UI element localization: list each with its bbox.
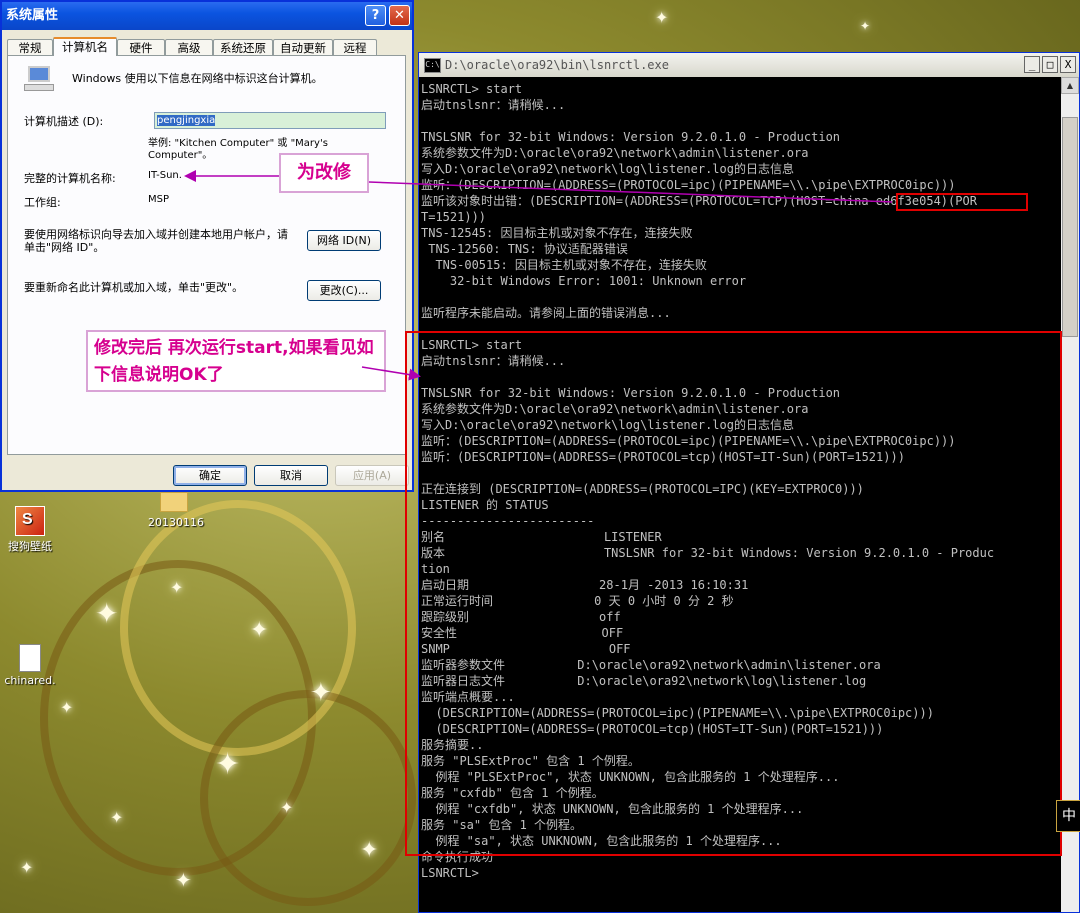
document-icon [19,644,41,672]
decor-sparkle: ✦ [860,19,871,33]
full-computer-name-label: 完整的计算机名称: [24,172,116,185]
maximize-button[interactable]: □ [1042,56,1058,73]
computer-description-label: 计算机描述 (D): [24,115,104,128]
console-line: 系统参数文件为D:\oracle\ora92\network\admin\lis… [421,146,809,160]
console-close-button[interactable]: X [1060,56,1076,73]
console-line: TNS-12545: 因目标主机或对象不存在，连接失败 [421,226,693,240]
desktop-icon-sogou[interactable]: S 搜狗壁纸 [0,506,60,554]
console-line: 写入D:\oracle\ora92\network\log\listener.l… [421,162,794,176]
decor-sparkle: ✦ [60,698,74,717]
decor-sparkle: ✦ [110,808,124,827]
decor-sparkle: ✦ [175,868,192,892]
minimize-button[interactable]: _ [1024,56,1040,73]
console-line: 监听：(DESCRIPTION=(ADDRESS=(PROTOCOL=ipc)(… [421,178,956,192]
close-button[interactable]: ✕ [389,5,410,26]
decor-sparkle: ✦ [250,618,269,643]
tab-hardware[interactable]: 硬件 [117,39,165,55]
tab-auto-update[interactable]: 自动更新 [273,39,333,55]
network-id-button[interactable]: 网络 ID(N) [307,230,381,251]
console-line: TNS-00515: 因目标主机或对象不存在，连接失败 [421,258,707,272]
help-button[interactable]: ? [365,5,386,26]
callout-rerun-note: 修改完后 再次运行start,如果看见如下信息说明OK了 [86,330,386,392]
decor-sparkle: ✦ [360,838,379,863]
highlight-hostname-box [896,193,1028,211]
scrollbar-thumb[interactable] [1062,117,1078,337]
dialog-title: 系统属性 [6,8,59,23]
computer-name-panel: Windows 使用以下信息在网络中标识这台计算机。 计算机描述 (D): pe… [7,55,406,455]
sogou-wallpaper-icon: S [15,506,45,536]
console-line: 启动tnslsnr：请稍候... [421,98,566,112]
decor-sparkle: ✦ [655,8,669,27]
console-line: 32-bit Windows Error: 1001: Unknown erro… [421,274,747,288]
dialog-titlebar[interactable]: 系统属性 ? ✕ [2,2,412,30]
console-line: LSNRCTL> [421,866,479,880]
apply-button[interactable]: 应用(A) [335,465,409,486]
decor-sparkle: ✦ [170,578,184,597]
rename-text: 要重新命名此计算机或加入域，单击"更改"。 [24,281,244,294]
workgroup-label: 工作组: [24,196,61,209]
system-properties-dialog: 系统属性 ? ✕ 常规 计算机名 硬件 高级 系统还原 自动更新 远程 Wind… [0,0,414,492]
ime-indicator[interactable]: 中 [1056,800,1080,832]
console-line: T=1521))) [421,210,487,224]
console-titlebar[interactable]: C:\ D:\oracle\ora92\bin\lsnrctl.exe _ □ … [419,53,1079,77]
callout-rename-note: 为改修 [279,153,369,193]
ok-button[interactable]: 确定 [173,465,247,486]
intro-text: Windows 使用以下信息在网络中标识这台计算机。 [72,72,323,85]
workgroup-value: MSP [148,194,170,205]
desktop-icon-file[interactable]: chinared. [0,644,60,687]
desktop-icon-label: 搜狗壁纸 [8,540,52,553]
decor-sparkle: ✦ [20,858,34,877]
desktop-folder[interactable] [160,492,188,512]
console-title: D:\oracle\ora92\bin\lsnrctl.exe [445,58,669,72]
console-app-icon: C:\ [424,58,441,73]
computer-description-input[interactable]: pengjingxia [154,112,386,129]
tab-system-restore[interactable]: 系统还原 [213,39,273,55]
tab-computer-name[interactable]: 计算机名 [53,37,117,56]
decor-sparkle: ✦ [280,798,294,817]
decor-sparkle: ✦ [95,597,119,630]
console-line: TNSLSNR for 32-bit Windows: Version 9.2.… [421,130,841,144]
full-computer-name-value: IT-Sun. [148,170,182,181]
change-button[interactable]: 更改(C)... [307,280,381,301]
desktop-folder-label: 20130116 [148,516,204,529]
console-line: TNS-12560: TNS: 协议适配器错误 [421,242,628,256]
ime-indicator-label: 中 [1062,808,1076,824]
network-wizard-text: 要使用网络标识向导去加入域并创建本地用户帐户，请单击"网络 ID"。 [24,228,288,254]
tab-remote[interactable]: 远程 [333,39,377,55]
tab-advanced[interactable]: 高级 [165,39,213,55]
decor-sparkle: ✦ [310,678,332,708]
tab-general[interactable]: 常规 [7,39,53,55]
cancel-button[interactable]: 取消 [254,465,328,486]
decor-sparkle: ✦ [215,747,241,782]
highlight-success-output-box [405,331,1062,856]
scroll-up-arrow-icon[interactable]: ▲ [1061,77,1079,94]
decor-swirl [200,690,416,906]
desktop-icon-label: chinared. [4,674,56,687]
console-scrollbar[interactable]: ▲ [1061,77,1079,912]
computer-description-value: pengjingxia [157,115,216,126]
console-line: 监听程序未能启动。请参阅上面的错误消息... [421,306,671,320]
console-line: LSNRCTL> start [421,82,523,96]
computer-icon [24,66,54,92]
